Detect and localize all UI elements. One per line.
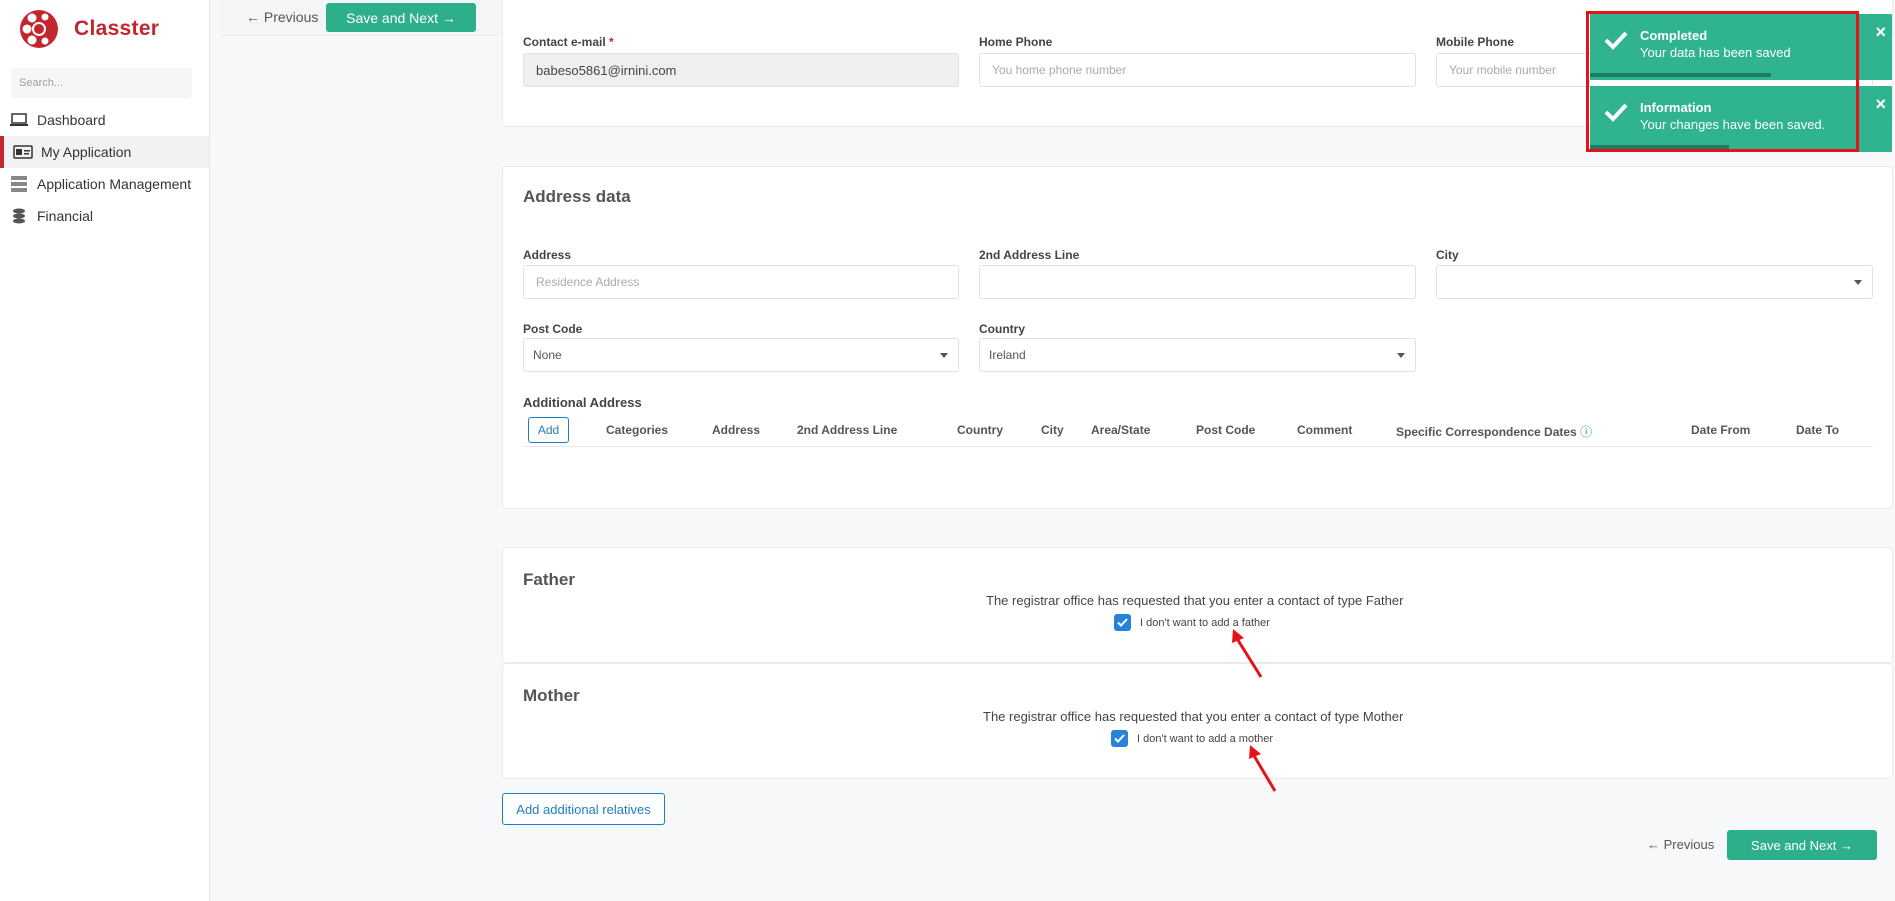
toast-information[interactable]: Information Your changes have been saved… bbox=[1590, 86, 1892, 152]
column-header[interactable]: City bbox=[1041, 423, 1064, 437]
laptop-icon bbox=[8, 111, 30, 129]
previous-button[interactable]: ← Previous bbox=[246, 9, 318, 25]
address-section-title: Address data bbox=[523, 187, 631, 206]
sidebar: Classter Dashboard My Application Applic… bbox=[0, 0, 210, 901]
toast-message: Your changes have been saved. bbox=[1640, 117, 1826, 132]
address-line2-label: 2nd Address Line bbox=[979, 248, 1080, 262]
home-phone-field[interactable]: You home phone number bbox=[979, 53, 1416, 87]
sidebar-item-label: Dashboard bbox=[37, 112, 106, 128]
add-additional-relatives-button[interactable]: Add additional relatives bbox=[502, 793, 665, 825]
toast-title: Information bbox=[1640, 100, 1712, 115]
country-select[interactable]: Ireland bbox=[979, 338, 1416, 372]
country-label: Country bbox=[979, 322, 1025, 336]
column-header[interactable]: 2nd Address Line bbox=[797, 423, 897, 437]
sidebar-item-label: Application Management bbox=[37, 176, 192, 192]
column-header[interactable]: Area/State bbox=[1091, 423, 1150, 437]
contact-email-field[interactable]: babeso5861@irnini.com bbox=[523, 53, 959, 87]
column-header[interactable]: Date To bbox=[1796, 423, 1839, 437]
sidebar-item-my-application[interactable]: My Application bbox=[0, 136, 209, 168]
check-icon bbox=[1114, 734, 1125, 743]
save-and-next-button[interactable]: Save and Next → bbox=[326, 3, 476, 32]
chevron-down-icon bbox=[1854, 280, 1862, 285]
close-icon[interactable]: × bbox=[1875, 23, 1886, 41]
info-icon[interactable]: ⓘ bbox=[1580, 425, 1592, 439]
table-divider bbox=[523, 446, 1873, 447]
contact-email-label: Contact e-mail * bbox=[523, 35, 614, 49]
post-code-label: Post Code bbox=[523, 322, 583, 336]
toast-message: Your data has been saved bbox=[1640, 45, 1791, 60]
toast-progress-bar bbox=[1590, 145, 1729, 149]
additional-address-title: Additional Address bbox=[523, 395, 642, 410]
mother-request-message: The registrar office has requested that … bbox=[983, 709, 1404, 724]
address-line2-field[interactable] bbox=[979, 265, 1416, 299]
column-header[interactable]: Categories bbox=[606, 423, 668, 437]
footer-previous-label: Previous bbox=[1663, 837, 1715, 852]
column-header[interactable]: Address bbox=[712, 423, 760, 437]
column-header[interactable]: Date From bbox=[1691, 423, 1750, 437]
app-name: Classter bbox=[74, 17, 160, 40]
home-phone-label: Home Phone bbox=[979, 35, 1053, 49]
toast-title: Completed bbox=[1640, 28, 1708, 43]
add-address-button[interactable]: Add bbox=[528, 417, 569, 443]
column-header[interactable]: Specific Correspondence Dates ⓘ bbox=[1396, 423, 1592, 440]
search-input[interactable] bbox=[11, 68, 192, 98]
sidebar-item-financial[interactable]: Financial bbox=[0, 200, 209, 232]
footer-save-and-next-label: Save and Next bbox=[1751, 837, 1837, 853]
post-code-select[interactable]: None bbox=[523, 338, 959, 372]
mother-section-title: Mother bbox=[523, 686, 580, 705]
column-header-label: Specific Correspondence Dates bbox=[1396, 425, 1577, 439]
no-mother-checkbox[interactable] bbox=[1111, 730, 1128, 747]
toast-progress-bar bbox=[1590, 73, 1772, 77]
address-placeholder: Residence Address bbox=[536, 275, 640, 289]
mobile-phone-placeholder: Your mobile number bbox=[1449, 63, 1556, 77]
required-mark: * bbox=[609, 35, 614, 49]
footer-previous-button[interactable]: ← Previous bbox=[1647, 837, 1714, 852]
sidebar-item-application-management[interactable]: Application Management bbox=[0, 168, 209, 200]
previous-label: Previous bbox=[263, 9, 319, 25]
footer-save-and-next-button[interactable]: Save and Next → bbox=[1727, 830, 1877, 860]
city-label: City bbox=[1436, 248, 1459, 262]
save-and-next-label: Save and Next bbox=[346, 9, 438, 26]
column-header[interactable]: Post Code bbox=[1196, 423, 1255, 437]
country-value: Ireland bbox=[989, 348, 1026, 362]
home-phone-placeholder: You home phone number bbox=[992, 63, 1127, 77]
address-field[interactable]: Residence Address bbox=[523, 265, 959, 299]
chevron-down-icon bbox=[1397, 353, 1405, 358]
id-card-icon bbox=[12, 143, 34, 161]
server-icon bbox=[8, 175, 30, 193]
chevron-down-icon bbox=[940, 353, 948, 358]
toast-completed[interactable]: Completed Your data has been saved × bbox=[1590, 14, 1892, 80]
close-icon[interactable]: × bbox=[1875, 95, 1886, 113]
coins-icon bbox=[8, 207, 30, 225]
annotation-arrow bbox=[1249, 745, 1277, 792]
logo[interactable]: Classter bbox=[18, 8, 159, 50]
city-select[interactable] bbox=[1436, 265, 1873, 299]
father-section-title: Father bbox=[523, 570, 575, 589]
post-code-value: None bbox=[533, 348, 562, 362]
check-icon bbox=[1604, 103, 1628, 122]
address-label: Address bbox=[523, 248, 572, 262]
annotation-arrow bbox=[1232, 629, 1263, 678]
contact-email-label-text: Contact e-mail bbox=[523, 35, 606, 49]
column-header[interactable]: Country bbox=[957, 423, 1003, 437]
sidebar-item-dashboard[interactable]: Dashboard bbox=[0, 104, 209, 136]
sidebar-item-label: My Application bbox=[41, 144, 132, 160]
contact-email-value: babeso5861@irnini.com bbox=[536, 62, 677, 78]
mobile-phone-label: Mobile Phone bbox=[1436, 35, 1514, 49]
classter-logo-icon bbox=[20, 10, 58, 48]
father-request-message: The registrar office has requested that … bbox=[986, 593, 1404, 608]
sidebar-item-label: Financial bbox=[37, 208, 94, 224]
column-header[interactable]: Comment bbox=[1297, 423, 1352, 437]
sidebar-nav: Dashboard My Application Application Man… bbox=[0, 104, 209, 232]
no-father-checkbox[interactable] bbox=[1114, 614, 1131, 631]
check-icon bbox=[1604, 31, 1628, 50]
check-icon bbox=[1117, 618, 1128, 627]
